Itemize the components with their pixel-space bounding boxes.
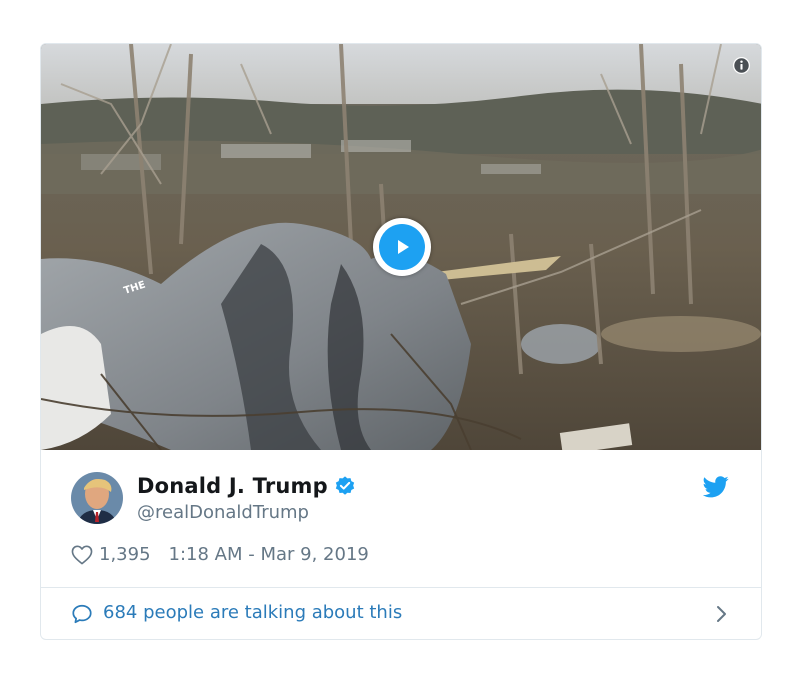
author-name: Donald J. Trump	[137, 474, 328, 498]
speech-bubble-icon	[72, 604, 92, 624]
like-count: 1,395	[99, 544, 151, 565]
tweet-author: Donald J. Trump @realDonaldTrump	[71, 472, 731, 528]
play-button[interactable]	[373, 218, 431, 276]
play-icon	[379, 224, 425, 270]
info-icon[interactable]	[732, 56, 751, 75]
verified-badge-icon	[335, 476, 355, 495]
embedded-tweet-card: THE Donald J. Trump @realDonaldTrump 1,3…	[40, 43, 762, 640]
talking-about-link[interactable]: 684 people are talking about this	[41, 588, 761, 639]
tweet-meta: 1,395 1:18 AM - Mar 9, 2019	[71, 544, 369, 565]
twitter-bird-icon[interactable]	[703, 476, 729, 498]
chevron-right-icon	[717, 606, 726, 622]
talking-text: 684 people are talking about this	[103, 602, 403, 623]
tweet-video[interactable]: THE	[41, 44, 761, 450]
like-button[interactable]: 1,395	[71, 544, 151, 565]
avatar[interactable]	[71, 472, 123, 524]
tweet-timestamp[interactable]: 1:18 AM - Mar 9, 2019	[169, 544, 369, 565]
author-name-row[interactable]: Donald J. Trump	[137, 474, 356, 498]
heart-icon	[71, 545, 93, 564]
author-handle[interactable]: @realDonaldTrump	[137, 502, 309, 523]
